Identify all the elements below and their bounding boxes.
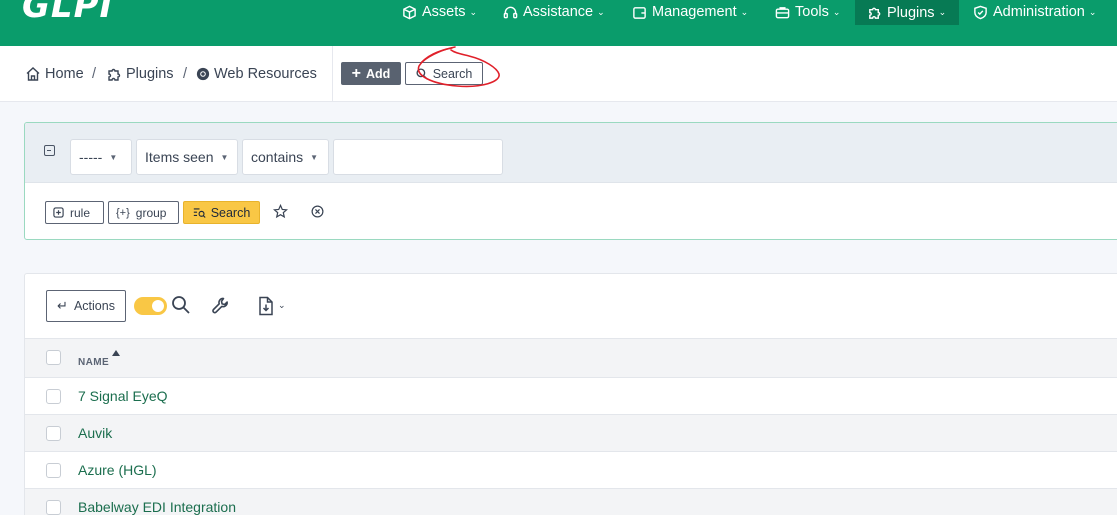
nav-item-administration[interactable]: Administration ⌄	[973, 0, 1096, 24]
table-row: Babelway EDI Integration	[25, 489, 1117, 515]
nav-item-label: Assistance	[523, 4, 594, 20]
breadcrumb-label: Plugins	[126, 66, 174, 82]
sort-ascending-icon	[112, 350, 120, 356]
chevron-down-icon: ⌄	[832, 6, 841, 17]
nav-item-label: Tools	[795, 4, 829, 20]
column-header-name[interactable]: NAME	[78, 357, 109, 368]
criteria-itemtype-select[interactable]: Items seen ▼	[136, 139, 238, 175]
caret-down-icon: ▼	[109, 152, 118, 162]
search-toggle-switch[interactable]	[134, 297, 167, 315]
select-value: -----	[79, 149, 103, 165]
nav-item-label: Management	[652, 4, 737, 20]
select-value: contains	[251, 149, 304, 165]
wrench-icon[interactable]	[211, 296, 231, 316]
puzzle-icon	[108, 68, 121, 81]
chevron-down-icon[interactable]: ⌄	[278, 300, 286, 311]
add-group-button[interactable]: {+} group	[108, 201, 179, 224]
nav-item-label: Plugins	[887, 4, 935, 21]
caret-down-icon: ▼	[220, 152, 229, 162]
nav-item-plugins[interactable]: Plugins ⌄	[855, 0, 959, 25]
export-file-icon[interactable]	[257, 296, 275, 316]
actions-button[interactable]: ↵ Actions	[46, 290, 126, 322]
table-header: NAME	[25, 338, 1117, 378]
caret-down-icon: ▼	[310, 152, 319, 162]
top-navbar: GLPI Assets ⌄ Assistance ⌄ Management ⌄ Too…	[0, 0, 1117, 46]
search-criteria-panel: ----- ▼ Items seen ▼ contains ▼ rule {+} gr…	[24, 122, 1117, 240]
list-search-icon	[193, 207, 206, 218]
row-name-link[interactable]: Azure (HGL)	[78, 462, 157, 478]
row-checkbox[interactable]	[46, 426, 61, 441]
wallet-icon	[633, 6, 646, 19]
shield-check-icon	[974, 5, 987, 19]
chevron-down-icon: ⌄	[469, 6, 478, 17]
add-rule-button[interactable]: rule	[45, 201, 104, 224]
row-name-link[interactable]: Babelway EDI Integration	[78, 499, 236, 515]
home-icon	[26, 67, 40, 81]
criteria-search-label: Search	[210, 205, 251, 220]
square-plus-icon	[53, 207, 64, 218]
criteria-field-select[interactable]: ----- ▼	[70, 139, 132, 175]
criteria-row: ----- ▼ Items seen ▼ contains ▼	[25, 123, 1117, 183]
table-row: Auvik	[25, 415, 1117, 452]
breadcrumb-label: Web Resources	[214, 66, 317, 82]
row-checkbox[interactable]	[46, 463, 61, 478]
return-arrow-icon: ↵	[57, 298, 68, 313]
search-icon	[416, 67, 428, 79]
breadcrumb-plugins[interactable]: Plugins	[106, 66, 174, 82]
search-button-label: Search	[432, 66, 473, 81]
chevron-down-icon: ⌄	[597, 6, 605, 17]
row-checkbox[interactable]	[46, 500, 61, 515]
header-divider	[332, 46, 333, 102]
breadcrumb-label: Home	[45, 66, 84, 82]
criteria-search-button[interactable]: Search	[183, 201, 260, 224]
add-button[interactable]: + Add	[341, 62, 401, 85]
add-button-label: Add	[366, 66, 391, 81]
select-all-checkbox[interactable]	[46, 350, 61, 365]
results-panel: ↵ Actions ⌄ NAME 7 Signal EyeQ Auvik Azu…	[24, 273, 1117, 515]
breadcrumb-separator: /	[92, 66, 97, 82]
row-name-link[interactable]: 7 Signal EyeQ	[78, 388, 168, 404]
glpi-logo[interactable]: GLPI	[22, 0, 113, 26]
page-header: Home / Plugins / Web Resources + Add Sea…	[0, 46, 1117, 102]
search-icon[interactable]	[171, 295, 191, 315]
nav-item-assistance[interactable]: Assistance ⌄	[503, 0, 605, 24]
collapse-icon[interactable]	[44, 145, 55, 156]
criteria-value-input[interactable]	[333, 139, 503, 175]
add-rule-label: rule	[70, 205, 91, 220]
chevron-down-icon: ⌄	[1088, 6, 1097, 17]
reset-circle-x-icon[interactable]	[311, 205, 324, 218]
cube-icon	[403, 5, 416, 19]
briefcase-icon	[775, 6, 790, 18]
chevron-down-icon: ⌄	[938, 7, 947, 17]
add-group-label: group	[135, 205, 167, 220]
nav-item-label: Administration	[993, 4, 1085, 20]
row-checkbox[interactable]	[46, 389, 61, 404]
star-icon[interactable]	[273, 204, 288, 219]
table-row: 7 Signal EyeQ	[25, 378, 1117, 415]
nav-item-label: Assets	[422, 4, 466, 20]
row-name-link[interactable]: Auvik	[78, 425, 112, 441]
search-button[interactable]: Search	[405, 62, 483, 85]
breadcrumb-home[interactable]: Home	[25, 66, 84, 82]
nav-item-tools[interactable]: Tools ⌄	[775, 0, 840, 24]
actions-label: Actions	[73, 299, 115, 313]
nav-item-management[interactable]: Management ⌄	[632, 0, 748, 24]
breadcrumb-web-resources[interactable]: Web Resources	[196, 66, 317, 82]
plus-icon: +	[351, 64, 362, 82]
select-value: Items seen	[145, 149, 214, 165]
chrome-icon	[196, 67, 210, 81]
braces-plus-icon: {+}	[116, 206, 130, 219]
breadcrumb-separator: /	[183, 66, 188, 82]
puzzle-icon	[869, 7, 881, 19]
nav-item-assets[interactable]: Assets ⌄	[402, 0, 477, 24]
criteria-operator-select[interactable]: contains ▼	[242, 139, 329, 175]
chevron-down-icon: ⌄	[740, 6, 749, 17]
table-row: Azure (HGL)	[25, 452, 1117, 489]
headset-icon	[503, 6, 518, 18]
